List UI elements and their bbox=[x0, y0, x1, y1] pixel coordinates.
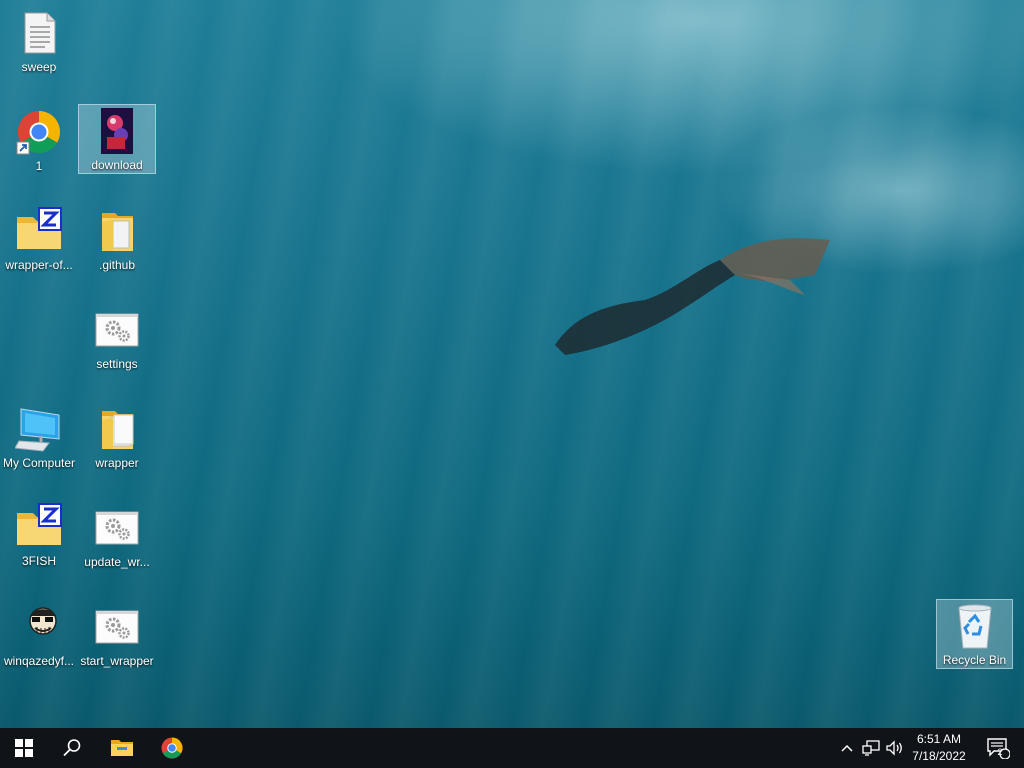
volume-icon bbox=[886, 740, 902, 756]
desktop-icon-label: Recycle Bin bbox=[942, 653, 1007, 667]
desktop-icon-label: sweep bbox=[21, 60, 57, 74]
desktop-icon-wrapper-zip[interactable]: wrapper-of... bbox=[0, 204, 78, 274]
tray-volume-button[interactable] bbox=[884, 728, 906, 768]
desktop-icon-download[interactable]: download bbox=[78, 104, 156, 174]
file-explorer-icon bbox=[111, 740, 133, 756]
wallpaper-diver bbox=[555, 238, 830, 355]
desktop-icon-label: wrapper bbox=[95, 456, 139, 470]
config-file-icon bbox=[93, 504, 141, 552]
computer-icon bbox=[14, 405, 63, 453]
desktop-icon-label: winqazedyf... bbox=[3, 654, 75, 668]
desktop-icon-label: start_wrapper bbox=[80, 654, 154, 668]
windows-start-icon bbox=[15, 739, 33, 757]
clock-time: 6:51 AM bbox=[916, 732, 962, 746]
taskbar-chrome[interactable] bbox=[148, 728, 196, 768]
desktop-icon-label: 1 bbox=[35, 159, 43, 173]
desktop-icon-winqazedyf[interactable]: winqazedyf... bbox=[0, 600, 78, 670]
desktop-icon-label: .github bbox=[98, 258, 136, 272]
desktop-icon-start-wrapper[interactable]: start_wrapper bbox=[78, 600, 156, 670]
search-button[interactable] bbox=[48, 728, 96, 768]
image-file-icon bbox=[93, 107, 141, 155]
zip-folder-icon bbox=[15, 503, 63, 551]
notification-count-badge: 2 bbox=[997, 747, 1003, 757]
folder-icon bbox=[93, 207, 141, 255]
chrome-icon bbox=[161, 737, 183, 759]
tray-chevron-button[interactable] bbox=[836, 728, 858, 768]
config-file-icon bbox=[93, 306, 141, 354]
desktop-icon-settings[interactable]: settings bbox=[78, 303, 156, 373]
zip-folder-icon bbox=[15, 207, 63, 255]
desktop-icon-github-folder[interactable]: .github bbox=[78, 204, 156, 274]
chevron-up-icon bbox=[841, 744, 853, 752]
desktop-icon-sweep[interactable]: sweep bbox=[0, 6, 78, 76]
tray-network-button[interactable] bbox=[860, 728, 882, 768]
text-file-icon bbox=[15, 9, 63, 57]
desktop-icon-update-wrapper[interactable]: update_wr... bbox=[78, 501, 156, 571]
desktop-icon-label: 3FISH bbox=[21, 554, 56, 568]
face-app-icon bbox=[15, 603, 63, 651]
chrome-shortcut-icon bbox=[15, 108, 63, 156]
desktop-icon-3fish[interactable]: 3FISH bbox=[0, 500, 78, 570]
taskbar-clock[interactable]: 6:51 AM 7/18/2022 bbox=[904, 731, 974, 765]
desktop-icon-label: My Computer bbox=[2, 456, 76, 470]
notification-center-button[interactable]: 2 bbox=[978, 728, 1018, 768]
folder-icon bbox=[93, 405, 141, 453]
search-icon bbox=[63, 739, 81, 757]
clock-date: 7/18/2022 bbox=[912, 749, 966, 763]
desktop-icon-wrapper-folder[interactable]: wrapper bbox=[78, 402, 156, 472]
start-button[interactable] bbox=[0, 728, 48, 768]
desktop-icon-chrome-shortcut[interactable]: 1 bbox=[0, 105, 78, 175]
network-icon bbox=[862, 740, 880, 756]
desktop-icon-label: update_wr... bbox=[84, 555, 150, 569]
recycle-bin-icon bbox=[951, 602, 999, 650]
desktop-icon-recycle-bin[interactable]: Recycle Bin bbox=[936, 599, 1013, 669]
desktop-icon-label: download bbox=[91, 158, 143, 172]
desktop-icon-label: wrapper-of... bbox=[5, 258, 73, 272]
config-file-icon bbox=[93, 603, 141, 651]
taskbar-file-explorer[interactable] bbox=[98, 728, 146, 768]
desktop-icon-label: settings bbox=[96, 357, 138, 371]
desktop-icon-my-computer[interactable]: My Computer bbox=[0, 402, 78, 472]
taskbar: 6:51 AM 7/18/2022 2 bbox=[0, 728, 1024, 768]
